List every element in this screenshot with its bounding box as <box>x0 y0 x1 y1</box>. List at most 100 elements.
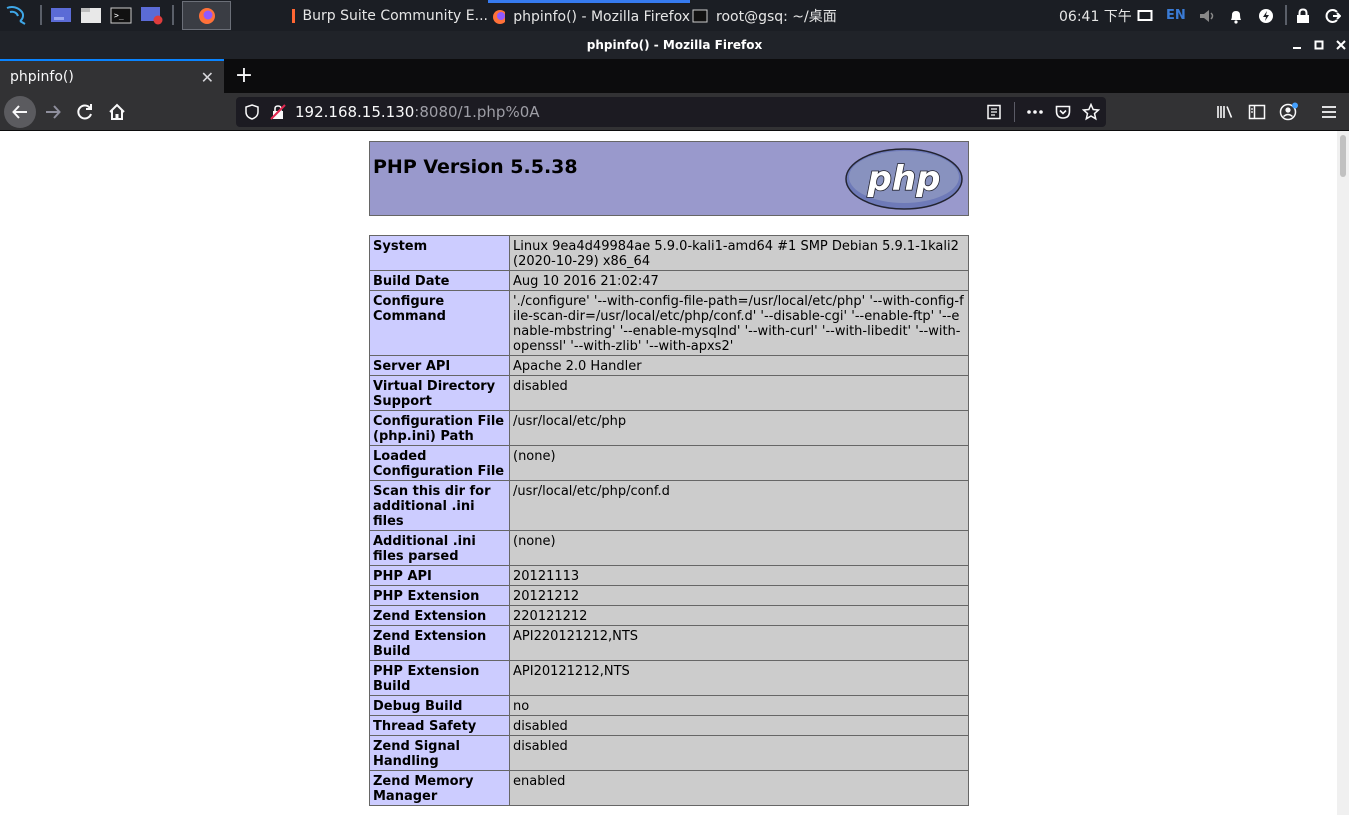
table-row: Scan this dir for additional .ini files /… <box>369 480 969 531</box>
scrollbar-thumb[interactable] <box>1340 135 1346 177</box>
row-value: (none) <box>509 530 969 566</box>
table-row: Debug Build no <box>369 695 969 716</box>
page-content: PHP Version 5.5.38 php System Linux 9ea4d… <box>0 131 1337 815</box>
taskbar-window-burp[interactable]: Burp Suite Community E... <box>290 0 488 31</box>
row-value: /usr/local/etc/php/conf.d <box>509 480 969 531</box>
php-logo[interactable]: php <box>844 148 964 214</box>
row-value: API220121212,NTS <box>509 625 969 661</box>
reload-icon[interactable] <box>69 96 101 128</box>
window-title: phpinfo() - Mozilla Firefox <box>586 38 763 52</box>
table-row: Zend Extension Build API220121212,NTS <box>369 625 969 661</box>
show-desktop-icon[interactable] <box>49 4 73 26</box>
sidebar-toggle-icon[interactable] <box>1241 96 1273 128</box>
row-value: disabled <box>509 715 969 736</box>
tab-strip: phpinfo() ✕ + <box>0 59 1349 93</box>
row-value: 220121212 <box>509 605 969 626</box>
logout-icon[interactable] <box>1325 0 1341 31</box>
insecure-connection-icon[interactable] <box>270 104 286 124</box>
url-host: 192.168.15.130 <box>295 103 415 121</box>
table-row: Additional .ini files parsed (none) <box>369 530 969 566</box>
row-key: Zend Signal Handling <box>369 735 510 771</box>
row-value: './configure' '--with-config-file-path=/… <box>509 290 969 356</box>
file-manager-icon[interactable] <box>79 4 103 26</box>
table-row: Thread Safety disabled <box>369 715 969 736</box>
table-row: Build Date Aug 10 2016 21:02:47 <box>369 270 969 291</box>
tracking-protection-shield-icon[interactable] <box>245 104 259 124</box>
row-value: Apache 2.0 Handler <box>509 355 969 376</box>
display-icon[interactable] <box>1137 0 1153 31</box>
taskbar-window-title: root@gsq: ~/桌面 <box>716 8 837 25</box>
nav-bar: 192.168.15.130:8080/1.php%0A <box>0 93 1349 131</box>
power-manager-icon[interactable] <box>1258 0 1274 31</box>
row-value: API20121212,NTS <box>509 660 969 696</box>
row-key: Configuration File (php.ini) Path <box>369 410 510 446</box>
row-key: Build Date <box>369 270 510 291</box>
table-row: PHP Extension Build API20121212,NTS <box>369 660 969 696</box>
row-key: Virtual Directory Support <box>369 375 510 411</box>
notification-bell-icon[interactable] <box>1228 0 1244 31</box>
firefox-icon <box>493 10 506 24</box>
url-text[interactable]: 192.168.15.130:8080/1.php%0A <box>295 97 540 127</box>
terminal-window-icon <box>692 9 708 22</box>
url-bar[interactable]: 192.168.15.130:8080/1.php%0A <box>236 97 1106 127</box>
php-version-header: PHP Version 5.5.38 php <box>369 141 969 216</box>
row-key: Thread Safety <box>369 715 510 736</box>
tab-close-icon[interactable]: ✕ <box>201 68 214 87</box>
firefox-launcher-icon[interactable] <box>182 1 231 30</box>
row-value: Linux 9ea4d49984ae 5.9.0-kali1-amd64 #1 … <box>509 235 969 271</box>
forward-icon[interactable] <box>37 96 69 128</box>
hamburger-menu-icon[interactable] <box>1313 96 1345 128</box>
row-key: Zend Extension <box>369 605 510 626</box>
row-value: Aug 10 2016 21:02:47 <box>509 270 969 291</box>
pocket-icon[interactable] <box>1055 104 1071 124</box>
taskbar-window-firefox[interactable]: phpinfo() - Mozilla Firefox <box>488 0 690 31</box>
window-titlebar[interactable]: phpinfo() - Mozilla Firefox <box>0 31 1349 59</box>
screen-recorder-icon[interactable] <box>139 4 165 26</box>
php-logo-text: php <box>867 159 941 199</box>
row-key: Loaded Configuration File <box>369 445 510 481</box>
row-key: Server API <box>369 355 510 376</box>
keyboard-layout[interactable]: EN <box>1166 0 1186 31</box>
row-key: Scan this dir for additional .ini files <box>369 480 510 531</box>
new-tab-icon[interactable]: + <box>232 63 256 89</box>
table-row: PHP Extension 20121212 <box>369 585 969 606</box>
tab-phpinfo[interactable]: phpinfo() ✕ <box>0 59 224 93</box>
reader-view-icon[interactable] <box>986 104 1002 124</box>
table-row: Server API Apache 2.0 Handler <box>369 355 969 376</box>
table-row: Loaded Configuration File (none) <box>369 445 969 481</box>
account-icon[interactable] <box>1273 96 1305 128</box>
terminal-icon[interactable]: >_ <box>109 4 133 26</box>
table-row: PHP API 20121113 <box>369 565 969 586</box>
burp-icon <box>292 8 295 23</box>
library-icon[interactable] <box>1209 96 1241 128</box>
url-path: :8080/1.php%0A <box>414 103 540 121</box>
row-value: /usr/local/etc/php <box>509 410 969 446</box>
table-row: Zend Memory Manager enabled <box>369 770 969 806</box>
php-info-table: System Linux 9ea4d49984ae 5.9.0-kali1-amd… <box>369 235 969 806</box>
maximize-icon[interactable] <box>1309 31 1329 59</box>
table-row: Configuration File (php.ini) Path/usr/lo… <box>369 410 969 446</box>
close-window-icon[interactable] <box>1331 31 1349 59</box>
row-value: 20121212 <box>509 585 969 606</box>
back-icon[interactable] <box>4 96 36 128</box>
home-icon[interactable] <box>101 96 133 128</box>
table-row: Zend Signal Handling disabled <box>369 735 969 771</box>
row-value: no <box>509 695 969 716</box>
bookmark-star-icon[interactable] <box>1081 102 1101 125</box>
svg-text:>_: >_ <box>114 11 124 20</box>
vertical-scrollbar[interactable] <box>1337 131 1349 815</box>
row-key: PHP Extension <box>369 585 510 606</box>
lock-screen-icon[interactable] <box>1296 0 1310 31</box>
volume-icon[interactable] <box>1198 0 1216 31</box>
row-key: PHP Extension Build <box>369 660 510 696</box>
kali-menu-icon[interactable] <box>3 4 29 26</box>
row-key: PHP API <box>369 565 510 586</box>
tab-title: phpinfo() <box>10 69 74 85</box>
page-title: PHP Version 5.5.38 <box>373 156 578 178</box>
page-actions-more-icon[interactable] <box>1026 104 1044 124</box>
taskbar-window-terminal[interactable]: root@gsq: ~/桌面 <box>692 0 852 31</box>
clock[interactable]: 06:41 下午 <box>1059 0 1132 31</box>
row-key: System <box>369 235 510 271</box>
minimize-icon[interactable] <box>1287 31 1307 59</box>
table-row: System Linux 9ea4d49984ae 5.9.0-kali1-amd… <box>369 235 969 271</box>
